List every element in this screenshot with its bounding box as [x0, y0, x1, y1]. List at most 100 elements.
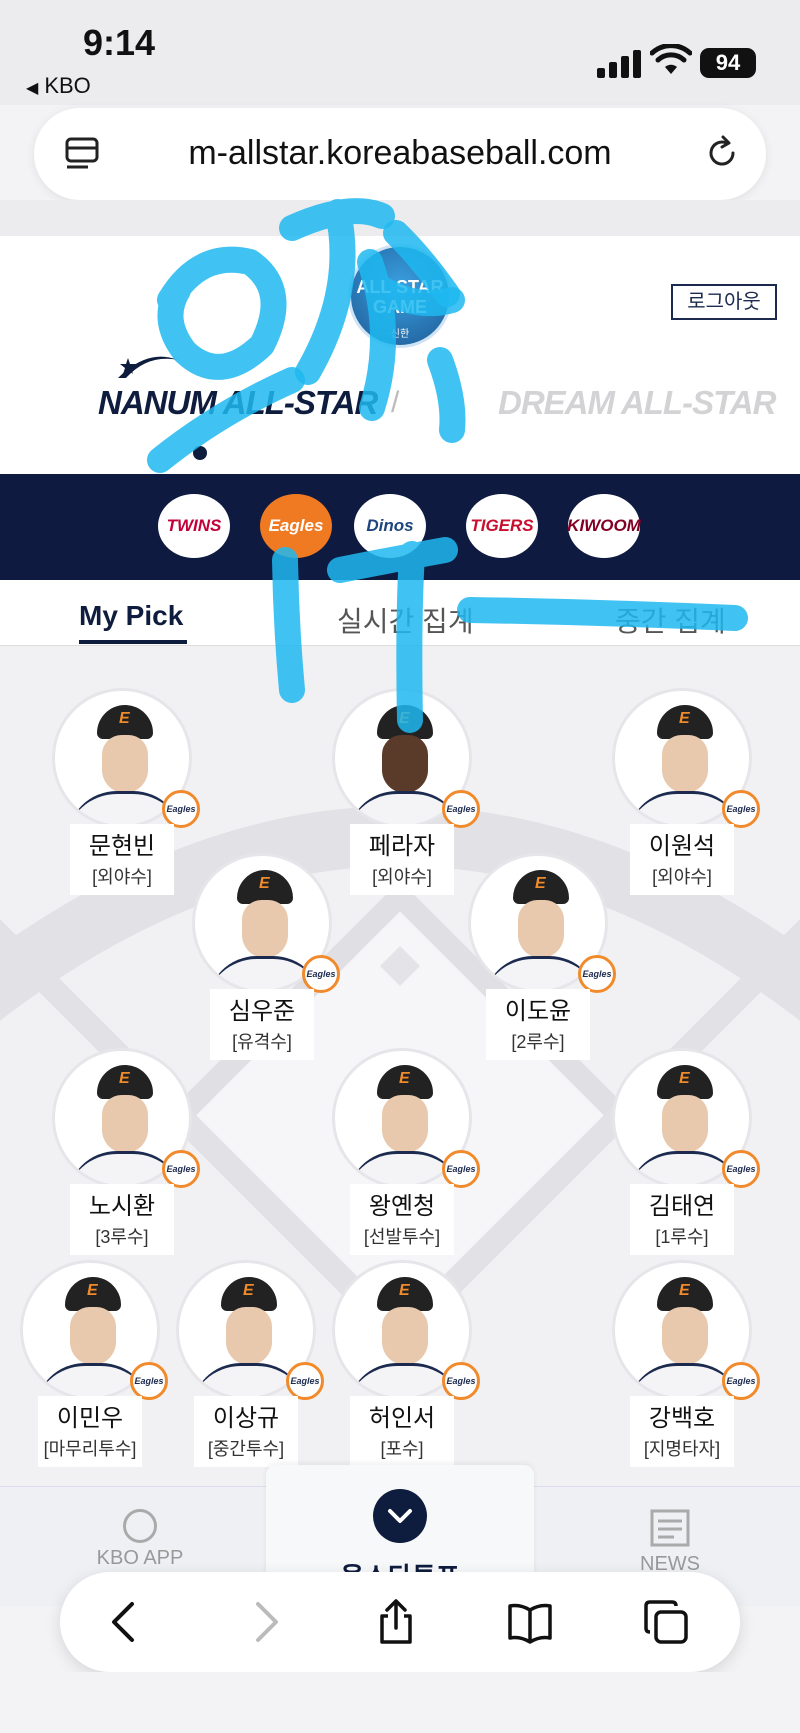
tab-my-pick[interactable]: My Pick — [79, 600, 183, 632]
browser-toolbar — [60, 1572, 740, 1672]
dream-allstar-tab[interactable]: DREAM ALL-STAR — [498, 384, 776, 422]
team-badge-icon: Eagles — [442, 790, 480, 828]
player-name: 심우준 — [210, 989, 314, 1026]
player-face — [102, 735, 148, 793]
player-face — [382, 1095, 428, 1153]
player-name: 김태연 — [630, 1184, 734, 1221]
bookmarks-icon[interactable] — [506, 1598, 554, 1646]
clock: 9:14 — [83, 22, 156, 63]
logo-line1: ALL STAR — [356, 277, 444, 297]
player-face — [226, 1307, 272, 1365]
cap-icon: E — [237, 870, 293, 904]
team-badge-icon: Eagles — [162, 790, 200, 828]
player-card[interactable]: E Eagles 이도윤 [2루수] — [468, 853, 616, 1060]
team-logo-dinos[interactable]: Dinos — [354, 494, 426, 558]
player-card[interactable]: E Eagles 김태연 [1루수] — [612, 1048, 760, 1255]
team-badge-icon: Eagles — [130, 1362, 168, 1400]
player-card[interactable]: E Eagles 이원석 [외야수] — [612, 688, 760, 895]
back-icon[interactable] — [102, 1598, 150, 1646]
player-card[interactable]: E Eagles 이민우 [마무리투수] — [20, 1260, 168, 1467]
kbo-app-label: KBO APP — [96, 1547, 184, 1569]
player-name: 노시환 — [70, 1184, 174, 1221]
status-bar: 9:14 ◀ KBO 94 — [0, 0, 800, 105]
player-name: 강백호 — [630, 1396, 734, 1433]
player-card[interactable]: E Eagles 강백호 [지명타자] — [612, 1260, 760, 1467]
player-card[interactable]: E Eagles 허인서 [포수] — [332, 1260, 480, 1467]
team-logo-kiwoom[interactable]: KIWOOM — [567, 494, 641, 558]
tabs-icon[interactable] — [642, 1598, 690, 1646]
chevron-down-icon[interactable] — [373, 1489, 427, 1543]
player-position: [외야수] — [630, 861, 734, 895]
tab-realtime[interactable]: 실시간 집계 — [337, 600, 474, 640]
player-card[interactable]: E Eagles 문현빈 [외야수] — [52, 688, 200, 895]
cap-icon: E — [657, 1277, 713, 1311]
player-position: [외야수] — [350, 861, 454, 895]
player-position: [3루수] — [70, 1221, 174, 1255]
player-card[interactable]: E Eagles 이상규 [중간투수] — [176, 1260, 324, 1467]
player-face — [382, 735, 428, 793]
team-badge-icon: Eagles — [302, 955, 340, 993]
forward-icon[interactable] — [240, 1598, 288, 1646]
player-name: 이원석 — [630, 824, 734, 861]
swoosh-icon — [118, 356, 178, 378]
player-position: [선발투수] — [350, 1221, 454, 1255]
cap-icon: E — [65, 1277, 121, 1311]
player-position: [포수] — [350, 1433, 454, 1467]
url-text[interactable]: m-allstar.koreabaseball.com — [34, 134, 766, 173]
player-position: [1루수] — [630, 1221, 734, 1255]
player-face — [662, 735, 708, 793]
active-indicator-dot — [193, 446, 207, 460]
back-to-app-link[interactable]: ◀ KBO — [26, 73, 91, 99]
player-name: 허인서 — [350, 1396, 454, 1433]
player-face — [242, 900, 288, 958]
baseball-field: E Eagles 문현빈 [외야수] E Eagles 페라자 [외야수] E Eagles 이원석… — [0, 646, 800, 1486]
player-position: [2루수] — [486, 1026, 590, 1060]
team-logo-strip: TWINS Eagles Dinos TIGERS KIWOOM — [0, 474, 800, 580]
player-face — [382, 1307, 428, 1365]
player-face — [662, 1307, 708, 1365]
player-position: [외야수] — [70, 861, 174, 895]
player-position: [지명타자] — [630, 1433, 734, 1467]
player-face — [662, 1095, 708, 1153]
logout-button[interactable]: 로그아웃 — [671, 284, 777, 320]
kbo-logo-icon — [123, 1509, 157, 1543]
tab-underline — [79, 640, 187, 644]
share-icon[interactable] — [372, 1598, 420, 1646]
player-name: 이상규 — [194, 1396, 298, 1433]
back-triangle-icon: ◀ — [26, 80, 39, 97]
logo-sponsor: 신한 — [390, 329, 410, 340]
team-badge-icon: Eagles — [286, 1362, 324, 1400]
reload-icon[interactable] — [702, 133, 742, 173]
tab-interim[interactable]: 중간 집계 — [615, 600, 726, 640]
team-badge-icon: Eagles — [722, 1362, 760, 1400]
player-card[interactable]: E Eagles 노시환 [3루수] — [52, 1048, 200, 1255]
cap-icon: E — [657, 1065, 713, 1099]
player-name: 문현빈 — [70, 824, 174, 861]
team-badge-icon: Eagles — [578, 955, 616, 993]
kbo-app-link[interactable]: KBO APP — [80, 1509, 200, 1570]
team-logo-twins[interactable]: TWINS — [158, 494, 230, 558]
team-badge-icon: Eagles — [722, 1150, 760, 1188]
divider-slash: / — [391, 386, 400, 419]
logo-line2: GAME — [373, 297, 427, 317]
team-logo-eagles[interactable]: Eagles — [260, 494, 332, 558]
allstar-game-logo[interactable]: ALL STAR GAME 신한 — [348, 244, 452, 348]
nanum-allstar-tab[interactable]: NANUM ALL-STAR — [98, 356, 378, 422]
player-name: 페라자 — [350, 824, 454, 861]
player-face — [102, 1095, 148, 1153]
page-header: ALL STAR GAME 신한 로그아웃 NANUM ALL-STAR / DR… — [0, 236, 800, 474]
cap-icon: E — [97, 1065, 153, 1099]
news-link[interactable]: NEWS — [620, 1509, 720, 1576]
address-bar[interactable]: m-allstar.koreabaseball.com — [34, 108, 766, 200]
team-logo-tigers[interactable]: TIGERS — [466, 494, 538, 558]
player-card[interactable]: E Eagles 심우준 [유격수] — [192, 853, 340, 1060]
player-position: [마무리투수] — [38, 1433, 142, 1467]
player-face — [518, 900, 564, 958]
vote-tabs: My Pick 실시간 집계 중간 집계 — [0, 580, 800, 646]
cap-icon: E — [657, 705, 713, 739]
player-name: 이민우 — [38, 1396, 142, 1433]
nanum-label: NANUM ALL-STAR — [98, 384, 378, 421]
player-card[interactable]: E Eagles 페라자 [외야수] — [332, 688, 480, 895]
player-card[interactable]: E Eagles 왕옌청 [선발투수] — [332, 1048, 480, 1255]
cap-icon: E — [97, 705, 153, 739]
